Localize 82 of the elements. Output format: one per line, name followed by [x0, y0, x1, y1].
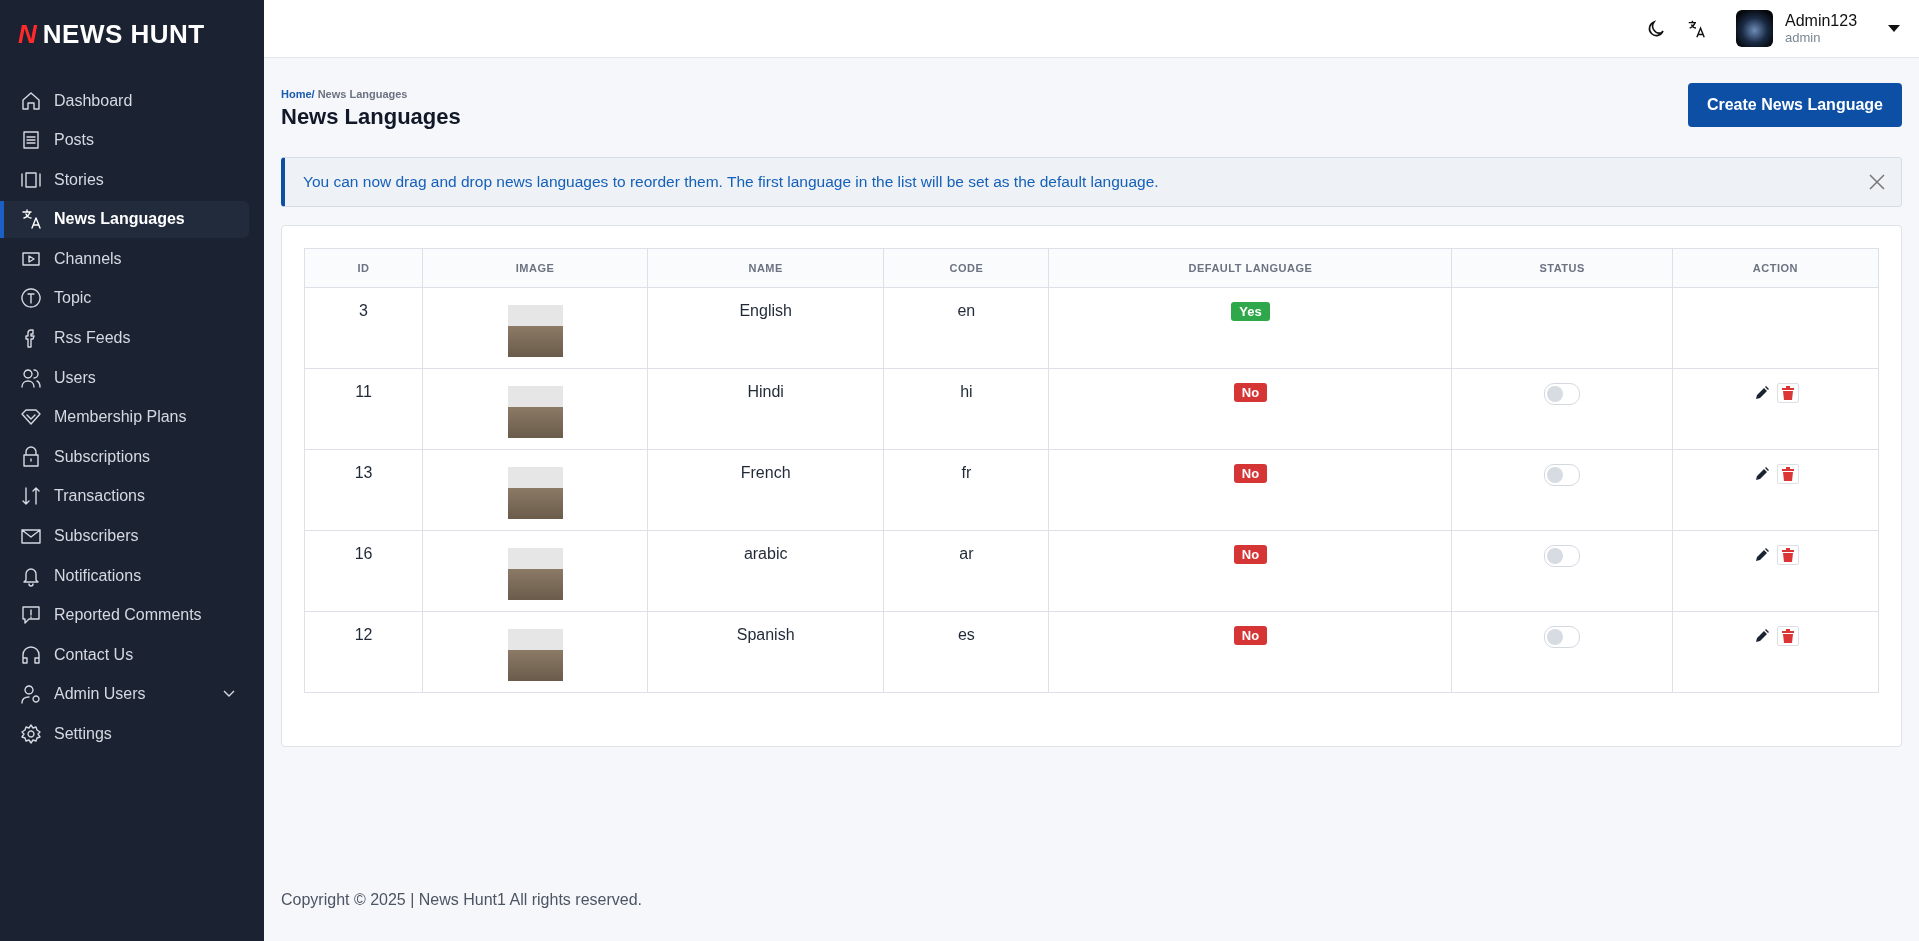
column-header: CODE: [883, 248, 1049, 288]
sidebar-item[interactable]: Admin Users: [0, 675, 249, 713]
default-badge: Yes: [1231, 302, 1270, 321]
default-badge: No: [1233, 626, 1268, 645]
menu-item-icon: [20, 445, 42, 468]
sidebar-item[interactable]: Dashboard: [0, 82, 249, 119]
sidebar-item[interactable]: Reported Comments: [0, 596, 249, 634]
table-cell: fr: [883, 449, 1049, 531]
page-title: News Languages: [281, 104, 461, 130]
breadcrumb-current: News Languages: [317, 88, 408, 100]
default-badge: No: [1233, 545, 1268, 564]
menu-item-icon: [20, 366, 42, 389]
menu-item-icon: [20, 485, 42, 508]
column-header: IMAGE: [422, 248, 648, 288]
sidebar-item[interactable]: Contact Us: [0, 636, 249, 674]
table-cell: arabic: [647, 530, 884, 612]
logo-mark: N: [18, 18, 37, 50]
sidebar-item[interactable]: Subscriptions: [0, 438, 249, 476]
user-role: admin: [1785, 30, 1822, 45]
status-toggle[interactable]: [1544, 626, 1581, 648]
close-icon[interactable]: [1869, 174, 1885, 190]
photo-placeholder: [507, 467, 563, 519]
sidebar-item[interactable]: Stories: [0, 161, 249, 199]
dropdown-caret-icon[interactable]: [1887, 24, 1901, 33]
column-header: ID: [304, 248, 423, 288]
sidebar-item[interactable]: Membership Plans: [0, 398, 249, 436]
user-name: Admin123: [1785, 12, 1859, 30]
sidebar-item[interactable]: Topic: [0, 279, 249, 317]
menu-item-icon: [20, 723, 42, 745]
status-toggle[interactable]: [1544, 383, 1581, 405]
sidebar-item[interactable]: Posts: [0, 121, 249, 159]
table-cell: ar: [883, 530, 1049, 612]
photo-placeholder: [507, 305, 563, 357]
footer-text: Copyright © 2025 | News Hunt1 All rights reserved.: [280, 891, 643, 910]
menu-item-icon: [20, 129, 42, 152]
column-header: NAME: [647, 248, 884, 288]
menu-item-icon: [20, 287, 42, 310]
default-badge: No: [1233, 383, 1268, 402]
sidebar-item[interactable]: Notifications: [0, 557, 249, 595]
table-cell: Hindi: [647, 368, 884, 450]
column-header: STATUS: [1451, 248, 1673, 288]
translate-icon[interactable]: [1686, 18, 1706, 39]
table-cell: 12: [304, 611, 423, 693]
photo-placeholder: [507, 386, 563, 438]
table-cell: 16: [304, 530, 423, 612]
menu-item-icon: [20, 683, 42, 706]
sidebar-item[interactable]: Transactions: [0, 477, 249, 515]
delete-button[interactable]: [1777, 545, 1800, 565]
column-header: ACTION: [1672, 248, 1879, 288]
column-header: DEFAULT LANGUAGE: [1049, 248, 1452, 288]
delete-button[interactable]: [1777, 626, 1800, 646]
table-cell: Spanish: [647, 611, 884, 693]
menu-item-icon: [20, 643, 42, 666]
delete-button[interactable]: [1777, 464, 1800, 484]
table-cell: 3: [304, 287, 423, 369]
breadcrumb-link[interactable]: Home/: [281, 88, 315, 100]
menu-item-icon: [20, 89, 42, 112]
table-cell: es: [883, 611, 1049, 693]
photo-placeholder: [507, 548, 563, 600]
delete-button[interactable]: [1777, 383, 1800, 403]
alert-message: You can now drag and drop news languages to reorder them. The first language in the list will be set as the default language.: [303, 173, 1159, 191]
sidebar-item[interactable]: Channels: [0, 240, 249, 278]
table-cell: 11: [304, 368, 423, 450]
table-cell: French: [647, 449, 884, 531]
table-cell: hi: [883, 368, 1049, 450]
sidebar-item[interactable]: Subscribers: [0, 517, 249, 555]
table-cell: English: [647, 287, 884, 369]
avatar[interactable]: [1736, 10, 1773, 47]
create-button[interactable]: Create News Language: [1687, 83, 1902, 127]
status-toggle[interactable]: [1544, 464, 1581, 486]
status-toggle[interactable]: [1544, 545, 1581, 567]
table-cell: en: [883, 287, 1049, 369]
moon-icon[interactable]: [1646, 18, 1666, 39]
sidebar-item[interactable]: News Languages: [0, 200, 249, 238]
logo-text: NEWS HUNT: [42, 18, 205, 50]
menu-item-icon: [20, 208, 42, 231]
table-cell: 13: [304, 449, 423, 531]
sidebar-item[interactable]: Users: [0, 359, 249, 397]
default-badge: No: [1233, 464, 1268, 483]
sidebar-item[interactable]: Settings: [0, 715, 249, 753]
sidebar-item[interactable]: Rss Feeds: [0, 319, 249, 357]
photo-placeholder: [507, 629, 563, 681]
